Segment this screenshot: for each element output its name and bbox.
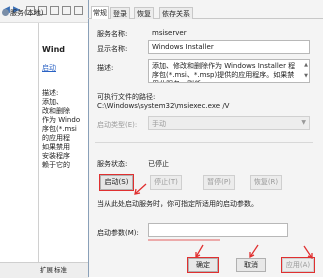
start-arrow-icon [134,183,147,195]
annotation-overlay [134,183,313,260]
